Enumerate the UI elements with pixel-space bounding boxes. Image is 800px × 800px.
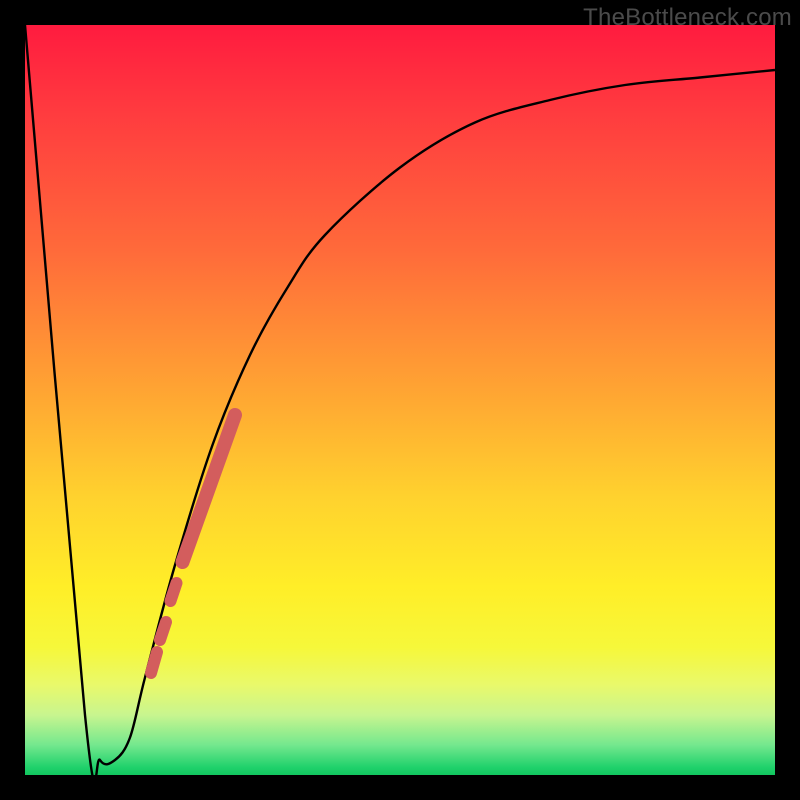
bottleneck-curve-path xyxy=(25,25,775,775)
attribution-text: TheBottleneck.com xyxy=(583,4,792,32)
highlight-segment xyxy=(171,583,177,601)
chart-frame: TheBottleneck.com xyxy=(0,0,800,800)
chart-svg xyxy=(25,25,775,775)
highlight-markers xyxy=(151,415,235,673)
bottleneck-curve xyxy=(25,25,775,775)
plot-area xyxy=(25,25,775,775)
highlight-segment xyxy=(151,652,157,673)
highlight-segment xyxy=(160,622,166,640)
highlight-segment xyxy=(183,415,236,562)
